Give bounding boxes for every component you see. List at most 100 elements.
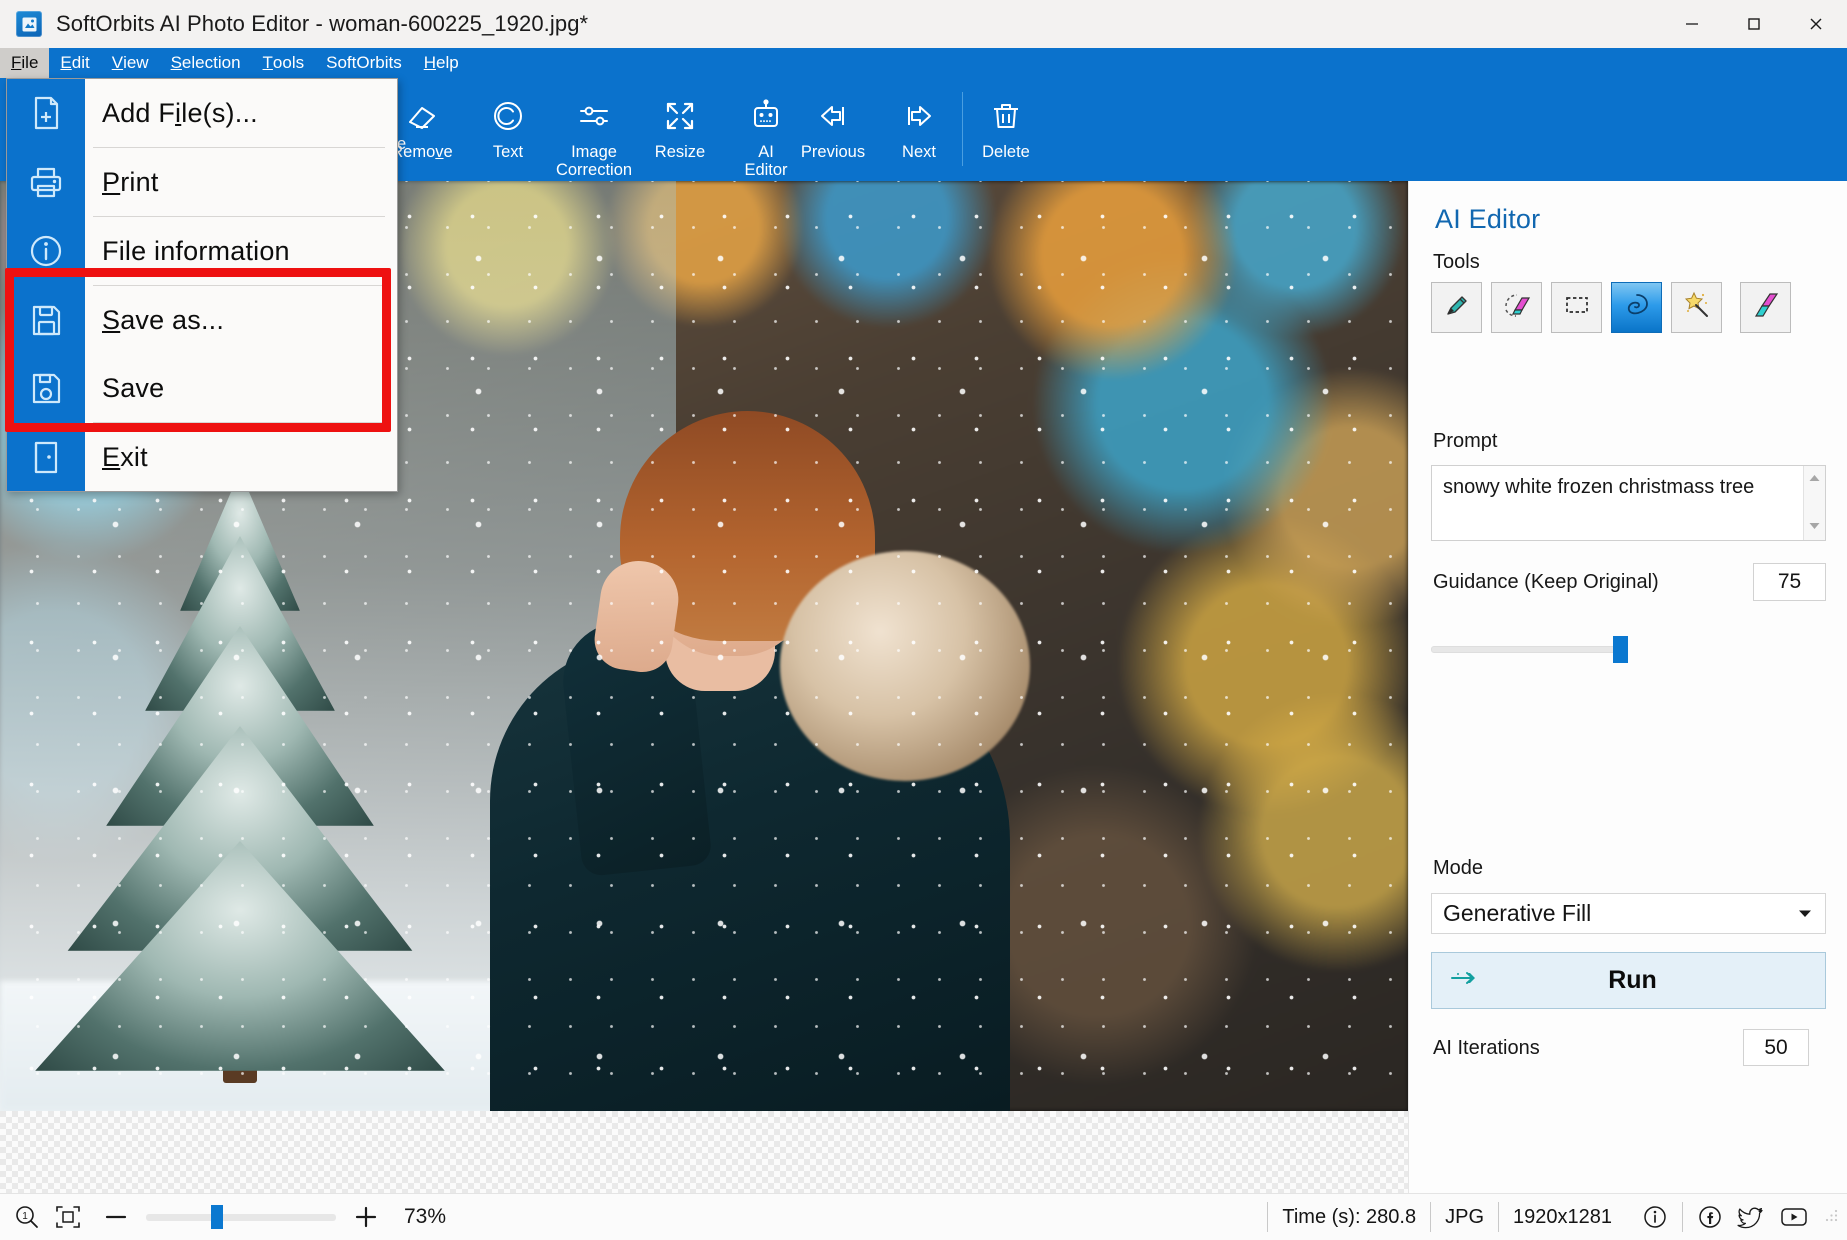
expand-arrows-icon <box>659 93 701 139</box>
file-menu-save[interactable]: Save <box>7 354 397 422</box>
ai-editor-panel: AI Editor Tools Prompt snowy white froze… <box>1408 181 1847 1193</box>
scroll-up-icon[interactable] <box>1808 470 1821 488</box>
status-right-group: Time (s): 280.8 JPG 1920x1281 <box>1253 1194 1847 1240</box>
toolbar-previous-label: Previous <box>800 143 866 161</box>
run-label: Run <box>1608 966 1657 994</box>
zoom-slider-track <box>146 1214 336 1221</box>
zoom-percent-label: 73% <box>404 1205 447 1228</box>
svg-text:1: 1 <box>22 1211 28 1222</box>
menu-help[interactable]: Help <box>413 48 470 78</box>
eraser-icon <box>401 93 443 139</box>
toolbar-resize-label: Resize <box>654 143 706 161</box>
status-divider-3 <box>1498 1202 1500 1232</box>
ai-editor-title: AI Editor <box>1435 204 1541 234</box>
file-menu-file-information-label: File information <box>102 235 290 266</box>
prompt-scrollbar[interactable] <box>1803 466 1825 540</box>
guidance-label: Guidance (Keep Original) <box>1433 571 1659 593</box>
file-menu-popup[interactable]: Add File(s)... Print File information Sa… <box>6 78 398 492</box>
menu-bar: File Edit View Selection Tools SoftOrbit… <box>0 48 1847 78</box>
menu-tools[interactable]: Tools <box>252 48 316 78</box>
menu-file[interactable]: File <box>0 48 50 78</box>
file-menu-save-as-label: Save as... <box>102 304 225 335</box>
prompt-value: snowy white frozen christmass tree <box>1443 476 1755 498</box>
fill-tool-button[interactable] <box>1740 282 1791 333</box>
file-menu-save-as[interactable]: Save as... <box>7 286 397 354</box>
toolbar-truncated-label: e <box>397 135 407 153</box>
menu-softorbits[interactable]: SoftOrbits <box>315 48 413 78</box>
mode-label: Mode <box>1433 857 1484 879</box>
printer-icon <box>7 148 85 216</box>
toolbar-next-button[interactable]: Next <box>876 78 962 181</box>
status-divider-1 <box>1267 1202 1269 1232</box>
resize-grip-icon[interactable] <box>1823 1207 1839 1228</box>
zoom-slider[interactable] <box>146 1205 336 1229</box>
fit-to-screen-icon[interactable] <box>54 1204 82 1230</box>
scroll-down-icon[interactable] <box>1808 518 1821 536</box>
info-circle-icon <box>7 217 85 285</box>
facebook-icon[interactable] <box>1697 1204 1723 1230</box>
menu-view[interactable]: View <box>101 48 160 78</box>
rect-select-tool-button[interactable] <box>1551 282 1602 333</box>
window-controls <box>1661 0 1847 48</box>
magic-wand-tool-button[interactable] <box>1671 282 1722 333</box>
eraser-tool-button[interactable] <box>1491 282 1542 333</box>
zoom-slider-thumb[interactable] <box>211 1205 223 1229</box>
zoom-actual-size-icon[interactable]: 1 <box>14 1204 40 1230</box>
file-menu-add-files-label: Add File(s)... <box>102 97 258 128</box>
trash-icon <box>985 93 1027 139</box>
arrow-left-icon <box>812 93 854 139</box>
tools-label: Tools <box>1433 251 1480 273</box>
close-button[interactable] <box>1785 0 1847 48</box>
file-menu-print-label: Print <box>102 166 159 197</box>
prompt-label: Prompt <box>1433 430 1498 452</box>
guidance-slider-thumb[interactable] <box>1613 636 1628 663</box>
save-disk-icon <box>7 354 85 422</box>
guidance-value-field[interactable]: 75 <box>1753 563 1826 601</box>
marker-tool-button[interactable] <box>1431 282 1482 333</box>
file-menu-exit[interactable]: Exit <box>7 423 397 491</box>
run-button[interactable]: Run <box>1431 952 1826 1009</box>
floppy-disk-icon <box>7 286 85 354</box>
maximize-button[interactable] <box>1723 0 1785 48</box>
file-menu-add-files[interactable]: Add File(s)... <box>7 79 397 147</box>
menu-edit[interactable]: Edit <box>49 48 100 78</box>
mode-select[interactable]: Generative Fill <box>1431 893 1826 934</box>
chevron-down-icon[interactable] <box>1798 905 1812 923</box>
marker-icon <box>1442 290 1472 325</box>
rect-select-icon <box>1562 290 1592 325</box>
prompt-input[interactable]: snowy white frozen christmass tree <box>1431 465 1826 541</box>
toolbar-previous-button[interactable]: Previous <box>790 78 876 181</box>
lasso-tool-button[interactable] <box>1611 282 1662 333</box>
toolbar-delete-button[interactable]: Delete <box>963 78 1049 181</box>
youtube-icon[interactable] <box>1779 1205 1809 1229</box>
dimensions-label: 1920x1281 <box>1513 1205 1612 1228</box>
arrow-right-icon <box>898 93 940 139</box>
exit-door-icon <box>7 423 85 491</box>
application-window: SoftOrbits AI Photo Editor - woman-60022… <box>0 0 1847 1240</box>
toolbar-image-correction-label: Image Correction <box>555 143 633 179</box>
toolbar-text-button[interactable]: Text <box>465 78 551 181</box>
sliders-icon <box>573 93 615 139</box>
twitter-icon[interactable] <box>1737 1204 1765 1230</box>
guidance-slider-track <box>1431 646 1621 653</box>
copyright-icon <box>487 93 529 139</box>
status-divider-4 <box>1682 1202 1683 1232</box>
menu-selection[interactable]: Selection <box>160 48 252 78</box>
zoom-out-button[interactable] <box>104 1205 128 1229</box>
iterations-value-field[interactable]: 50 <box>1743 1029 1809 1066</box>
minimize-button[interactable] <box>1661 0 1723 48</box>
file-menu-print[interactable]: Print <box>7 148 397 216</box>
ai-tools-row <box>1431 282 1791 333</box>
file-menu-file-information[interactable]: File information <box>7 217 397 285</box>
iterations-label: AI Iterations <box>1433 1037 1540 1059</box>
info-icon[interactable] <box>1642 1204 1668 1230</box>
guidance-slider[interactable] <box>1431 636 1826 663</box>
toolbar-resize-button[interactable]: Resize <box>637 78 723 181</box>
status-bar: 1 73% Time (s): 280.8 JPG 1920x1281 <box>0 1193 1847 1240</box>
menu-file-rest: ile <box>21 53 39 72</box>
zoom-in-button[interactable] <box>354 1205 378 1229</box>
title-bar: SoftOrbits AI Photo Editor - woman-60022… <box>0 0 1847 49</box>
fill-shape-icon <box>1751 290 1781 325</box>
mode-value: Generative Fill <box>1443 900 1592 926</box>
toolbar-image-correction-button[interactable]: Image Correction <box>551 78 637 181</box>
